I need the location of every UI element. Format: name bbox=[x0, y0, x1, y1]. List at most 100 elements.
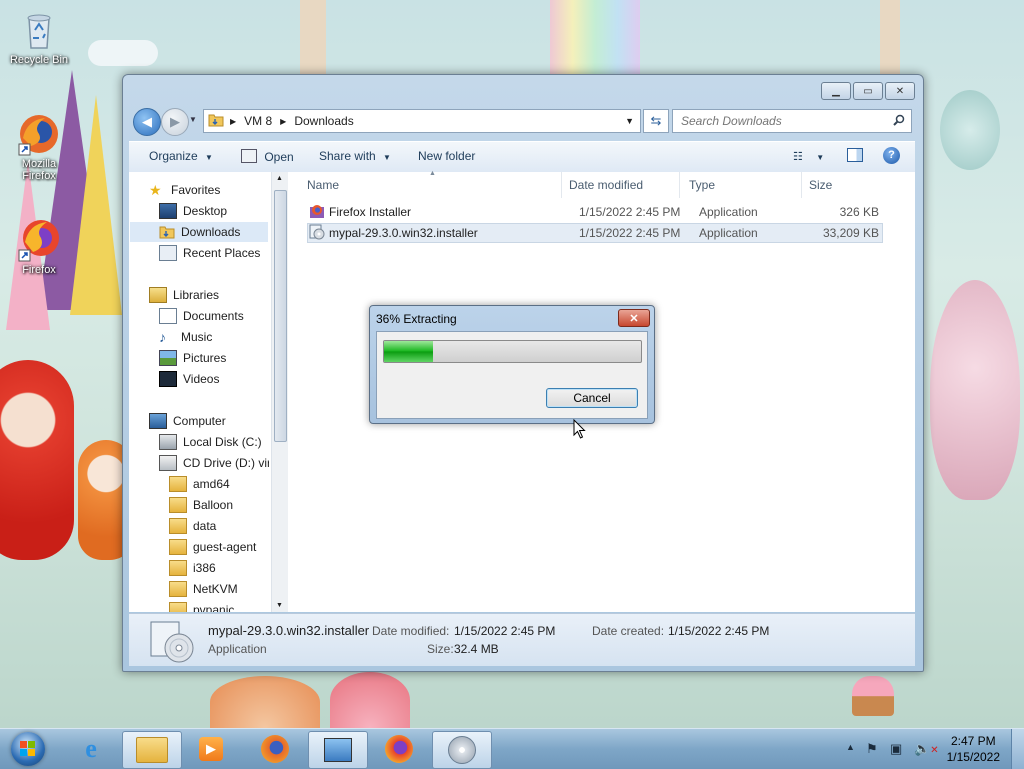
folder-icon bbox=[169, 560, 187, 576]
nav-folder-amd64[interactable]: amd64 bbox=[169, 474, 230, 494]
show-desktop-button[interactable] bbox=[1011, 729, 1024, 769]
decor-cupcake bbox=[852, 676, 894, 716]
column-header-type[interactable]: Type bbox=[689, 172, 802, 198]
sort-ascending-icon: ▲ bbox=[429, 170, 436, 177]
nav-item-downloads[interactable]: Downloads bbox=[130, 222, 268, 242]
column-header-name[interactable]: Name ▲ bbox=[307, 170, 562, 198]
nav-item-label: Videos bbox=[183, 372, 220, 386]
nav-item-pictures[interactable]: Pictures bbox=[159, 348, 226, 368]
taskbar-installer[interactable] bbox=[432, 731, 492, 769]
refresh-button[interactable]: ⇆ bbox=[643, 109, 669, 133]
nav-folder-guest-agent[interactable]: guest-agent bbox=[169, 537, 256, 557]
search-box bbox=[672, 109, 912, 133]
nav-folder-balloon[interactable]: Balloon bbox=[169, 495, 233, 515]
file-row-selected[interactable]: mypal-29.3.0.win32.installer 1/15/2022 2… bbox=[307, 223, 883, 243]
search-icon[interactable] bbox=[893, 114, 905, 129]
volume-muted-icon[interactable]: 🔈✕ bbox=[914, 741, 939, 757]
taskbar-firefox-alt[interactable] bbox=[370, 731, 428, 767]
action-center-flag-icon[interactable]: ⚑ bbox=[866, 741, 878, 757]
hard-disk-icon bbox=[159, 434, 177, 450]
organize-button[interactable]: Organize ▼ bbox=[149, 149, 213, 163]
command-bar: Organize ▼ Open Share with ▼ New folder … bbox=[129, 141, 915, 173]
nav-folder-netkvm[interactable]: NetKVM bbox=[169, 579, 238, 599]
dialog-close-button[interactable]: ✕ bbox=[618, 309, 650, 327]
nav-item-videos[interactable]: Videos bbox=[159, 369, 219, 389]
new-folder-button[interactable]: New folder bbox=[418, 149, 475, 163]
file-name: mypal-29.3.0.win32.installer bbox=[329, 226, 478, 240]
share-with-button[interactable]: Share with ▼ bbox=[319, 149, 391, 163]
nav-item-local-disk[interactable]: Local Disk (C:) bbox=[159, 432, 262, 452]
forward-button[interactable]: ▶ bbox=[161, 108, 189, 136]
nav-folder-i386[interactable]: i386 bbox=[169, 558, 216, 578]
taskbar-media-player[interactable]: ▶ bbox=[182, 731, 240, 767]
dialog-body: Cancel bbox=[376, 331, 648, 419]
nav-item-cd-drive[interactable]: CD Drive (D:) virt bbox=[159, 453, 269, 473]
file-name: Firefox Installer bbox=[329, 205, 412, 219]
minimize-button[interactable]: ▁ bbox=[821, 82, 851, 100]
nav-item-desktop[interactable]: Desktop bbox=[159, 201, 227, 221]
desktop-icon-label: Mozilla Firefox bbox=[21, 158, 57, 182]
extracting-dialog[interactable]: 36% Extracting ✕ Cancel bbox=[369, 305, 655, 424]
desktop-icon-firefox[interactable]: Firefox bbox=[5, 218, 73, 276]
nav-favorites-label: Favorites bbox=[171, 183, 221, 197]
nav-libraries-label: Libraries bbox=[173, 288, 220, 302]
folder-icon bbox=[208, 113, 224, 130]
change-view-button[interactable]: ☷ ▼ bbox=[793, 149, 824, 163]
recent-pages-dropdown[interactable]: ▼ bbox=[189, 115, 197, 124]
taskbar-firefox[interactable] bbox=[246, 731, 304, 767]
preview-pane-icon bbox=[847, 148, 863, 162]
address-dropdown-icon[interactable]: ▼ bbox=[625, 116, 634, 126]
taskbar-internet-explorer[interactable]: e bbox=[62, 731, 120, 767]
firefox-shortcut-icon bbox=[17, 218, 61, 262]
system-clock[interactable]: 2:47 PM 1/15/2022 bbox=[947, 733, 1000, 765]
decor-cloud bbox=[88, 40, 158, 66]
folder-icon bbox=[169, 581, 187, 597]
close-window-button[interactable]: ✕ bbox=[885, 82, 915, 100]
maximize-button[interactable]: ▭ bbox=[853, 82, 883, 100]
navigation-pane[interactable]: ★ Favorites Desktop Downloads Recent Pla… bbox=[129, 172, 269, 612]
column-header-label: Date modified bbox=[569, 178, 644, 192]
desktop-icon-recycle-bin[interactable]: Recycle Bin bbox=[5, 8, 73, 66]
file-row[interactable]: Firefox Installer 1/15/2022 2:45 PM Appl… bbox=[307, 202, 883, 222]
cancel-button[interactable]: Cancel bbox=[546, 388, 638, 408]
breadcrumb-item-vm8[interactable]: VM 8 bbox=[244, 114, 272, 128]
address-bar[interactable]: ▶ VM 8 ▶ Downloads ▼ bbox=[203, 109, 641, 133]
network-icon[interactable]: ▣ bbox=[890, 741, 902, 757]
search-input[interactable] bbox=[679, 113, 893, 129]
taskbar-windows-explorer[interactable] bbox=[122, 731, 182, 769]
nav-item-label: guest-agent bbox=[193, 540, 257, 554]
chevron-down-icon: ▼ bbox=[816, 153, 825, 162]
open-app-icon bbox=[241, 149, 257, 163]
preview-pane-button[interactable] bbox=[847, 148, 863, 165]
nav-item-documents[interactable]: Documents bbox=[159, 306, 244, 326]
details-size-label: Size: bbox=[427, 642, 454, 656]
nav-libraries[interactable]: Libraries bbox=[149, 285, 219, 305]
scroll-down-icon[interactable]: ▼ bbox=[276, 602, 283, 609]
column-header-date[interactable]: Date modified bbox=[569, 172, 680, 198]
nav-folder-pvpanic[interactable]: pvpanic bbox=[169, 600, 234, 612]
clock-time: 2:47 PM bbox=[950, 734, 996, 748]
maximize-icon: ▭ bbox=[863, 85, 873, 97]
nav-item-recent-places[interactable]: Recent Places bbox=[159, 243, 260, 263]
scrollbar-thumb[interactable] bbox=[274, 190, 287, 442]
back-button[interactable]: ◀ bbox=[133, 108, 161, 136]
arrow-cursor-icon bbox=[573, 418, 586, 439]
nav-folder-data[interactable]: data bbox=[169, 516, 216, 536]
taskbar-setup-program[interactable] bbox=[308, 731, 368, 769]
details-date-modified: 1/15/2022 2:45 PM bbox=[454, 624, 556, 638]
nav-favorites[interactable]: ★ Favorites bbox=[149, 180, 220, 200]
nav-item-music[interactable]: ♪ Music bbox=[159, 327, 212, 347]
breadcrumb-item-downloads[interactable]: Downloads bbox=[294, 114, 353, 128]
scroll-up-icon[interactable]: ▲ bbox=[276, 175, 283, 182]
nav-computer[interactable]: Computer bbox=[149, 411, 226, 431]
show-hidden-icons-button[interactable]: ▲ bbox=[846, 742, 855, 752]
open-button[interactable]: Open bbox=[241, 149, 294, 164]
start-button[interactable] bbox=[2, 729, 54, 769]
nav-item-label: CD Drive (D:) virt bbox=[183, 456, 269, 470]
star-icon: ★ bbox=[149, 182, 162, 198]
navigation-scrollbar[interactable]: ▲ ▼ bbox=[271, 172, 288, 612]
help-button[interactable]: ? bbox=[883, 147, 900, 164]
nav-item-label: Pictures bbox=[183, 351, 227, 365]
desktop-icon-mozilla-firefox[interactable]: Mozilla Firefox bbox=[5, 112, 73, 182]
column-header-size[interactable]: Size bbox=[809, 172, 879, 198]
